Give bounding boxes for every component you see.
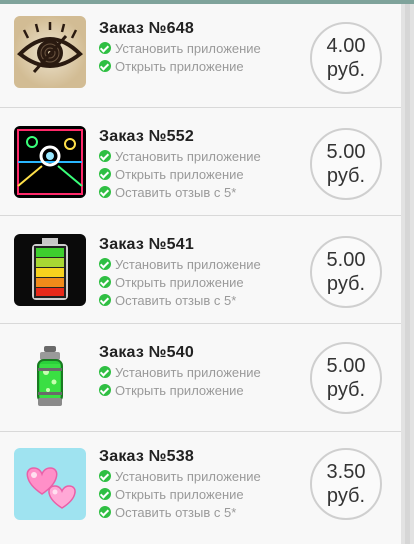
price-badge[interactable]: 4.00 руб.: [310, 22, 382, 94]
task-item: Открыть приложение: [99, 273, 261, 291]
task-item: Установить приложение: [99, 467, 261, 485]
price-badge[interactable]: 5.00 руб.: [310, 342, 382, 414]
price-value: 4.00: [326, 35, 366, 57]
task-label: Оставить отзыв с 5*: [115, 504, 237, 520]
order-title: Заказ №541: [99, 236, 194, 253]
spray-can-icon: [14, 342, 86, 414]
task-list: Установить приложение Открыть приложение…: [99, 147, 261, 201]
task-label: Оставить отзыв с 5*: [115, 184, 237, 200]
task-list: Установить приложение Открыть приложение: [99, 363, 261, 399]
task-label: Оставить отзыв с 5*: [115, 292, 237, 308]
task-label: Открыть приложение: [115, 486, 244, 502]
order-card[interactable]: Заказ №538 Установить приложение Открыть…: [0, 432, 401, 544]
price-currency: руб.: [326, 485, 366, 507]
price-badge[interactable]: 5.00 руб.: [310, 236, 382, 308]
order-title: Заказ №540: [99, 344, 194, 361]
task-label: Открыть приложение: [115, 382, 244, 398]
battery-icon: [14, 234, 86, 306]
pink-hearts-icon: [14, 448, 86, 520]
check-icon: [99, 506, 111, 518]
price-badge[interactable]: 3.50 руб.: [310, 448, 382, 520]
price-currency: руб.: [326, 379, 366, 401]
task-item: Оставить отзыв с 5*: [99, 183, 261, 201]
order-title: Заказ №648: [99, 20, 194, 37]
price-value: 5.00: [326, 355, 366, 377]
check-icon: [99, 60, 111, 72]
task-label: Открыть приложение: [115, 274, 244, 290]
order-card[interactable]: Заказ №540 Установить приложение Открыть…: [0, 324, 401, 432]
task-list: Установить приложение Открыть приложение…: [99, 255, 261, 309]
task-item: Установить приложение: [99, 39, 261, 57]
check-icon: [99, 276, 111, 288]
task-label: Установить приложение: [115, 468, 261, 484]
task-item: Открыть приложение: [99, 57, 261, 75]
order-title: Заказ №538: [99, 448, 194, 465]
task-label: Открыть приложение: [115, 166, 244, 182]
check-icon: [99, 42, 111, 54]
task-item: Установить приложение: [99, 363, 261, 381]
check-icon: [99, 294, 111, 306]
task-label: Установить приложение: [115, 40, 261, 56]
check-icon: [99, 258, 111, 270]
task-item: Открыть приложение: [99, 381, 261, 399]
task-item: Установить приложение: [99, 147, 261, 165]
order-card[interactable]: Заказ №541 Установить приложение Открыть…: [0, 216, 401, 324]
task-item: Открыть приложение: [99, 165, 261, 183]
price-value: 5.00: [326, 249, 366, 271]
check-icon: [99, 168, 111, 180]
task-list: Установить приложение Открыть приложение…: [99, 467, 261, 521]
check-icon: [99, 470, 111, 482]
check-icon: [99, 366, 111, 378]
scrollbar[interactable]: [401, 4, 414, 544]
task-item: Открыть приложение: [99, 485, 261, 503]
task-item: Установить приложение: [99, 255, 261, 273]
check-icon: [99, 384, 111, 396]
price-value: 3.50: [326, 461, 366, 483]
task-label: Установить приложение: [115, 364, 261, 380]
check-icon: [99, 150, 111, 162]
task-label: Установить приложение: [115, 256, 261, 272]
order-card[interactable]: Заказ №552 Установить приложение Открыть…: [0, 108, 401, 216]
task-item: Оставить отзыв с 5*: [99, 503, 261, 521]
check-icon: [99, 186, 111, 198]
task-label: Открыть приложение: [115, 58, 244, 74]
order-title: Заказ №552: [99, 128, 194, 145]
task-label: Установить приложение: [115, 148, 261, 164]
price-value: 5.00: [326, 141, 366, 163]
neon-air-hockey-icon: [14, 126, 86, 198]
task-list: Установить приложение Открыть приложение: [99, 39, 261, 75]
order-card[interactable]: Заказ №648 Установить приложение Открыть…: [0, 4, 401, 108]
check-icon: [99, 488, 111, 500]
scrollbar-thumb[interactable]: [405, 4, 410, 544]
price-currency: руб.: [326, 273, 366, 295]
price-badge[interactable]: 5.00 руб.: [310, 128, 382, 200]
price-currency: руб.: [326, 59, 366, 81]
task-item: Оставить отзыв с 5*: [99, 291, 261, 309]
eye-vinyl-icon: [14, 16, 86, 88]
price-currency: руб.: [326, 165, 366, 187]
